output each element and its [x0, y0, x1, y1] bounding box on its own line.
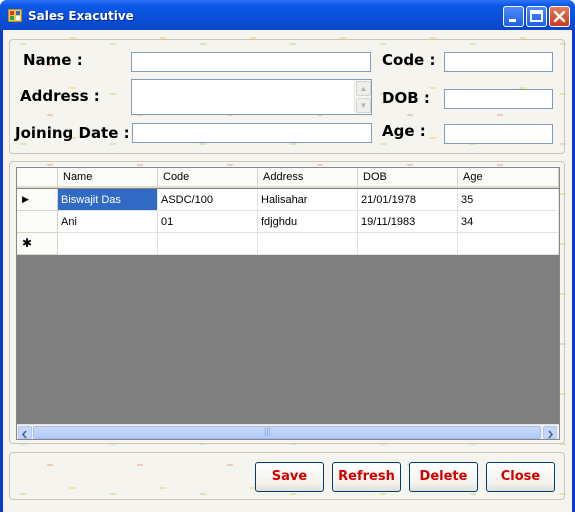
- table-cell[interactable]: 34: [458, 211, 559, 233]
- column-header-name[interactable]: Name: [58, 168, 158, 188]
- grid-horizontal-scrollbar[interactable]: |||: [17, 424, 559, 439]
- table-cell[interactable]: 01: [158, 211, 258, 233]
- current-row-indicator-icon[interactable]: ▶: [17, 189, 58, 211]
- delete-button[interactable]: Delete: [409, 462, 478, 492]
- table-cell[interactable]: 21/01/1978: [358, 189, 458, 211]
- sales-executive-grid[interactable]: Name Code Address DOB Age ▶ Biswajit Das…: [16, 167, 560, 440]
- close-icon: [553, 10, 566, 23]
- new-row-cell[interactable]: [58, 233, 158, 255]
- minimize-icon: [509, 19, 516, 22]
- name-input[interactable]: [131, 52, 371, 72]
- maximize-button[interactable]: [526, 6, 547, 27]
- dob-label: DOB :: [382, 89, 430, 107]
- refresh-button[interactable]: Refresh: [332, 462, 401, 492]
- table-cell[interactable]: Ani: [58, 211, 158, 233]
- table-cell[interactable]: fdjghdu: [258, 211, 358, 233]
- scroll-down-icon[interactable]: ▼: [356, 98, 371, 113]
- grid-corner-header[interactable]: [17, 168, 58, 188]
- app-icon: [8, 9, 22, 22]
- table-cell[interactable]: Halisahar: [258, 189, 358, 211]
- new-row-cell[interactable]: [358, 233, 458, 255]
- maximize-icon: [530, 10, 543, 22]
- new-row-cell[interactable]: [258, 233, 358, 255]
- dob-input[interactable]: [444, 89, 553, 109]
- address-scrollbar[interactable]: ▲ ▼: [354, 80, 371, 114]
- address-label: Address :: [20, 87, 100, 105]
- window: Sales Exacutive Name : Code : Address :: [0, 0, 575, 515]
- minimize-button[interactable]: [503, 6, 524, 27]
- scroll-thumb[interactable]: |||: [33, 426, 541, 439]
- close-window-button[interactable]: [549, 6, 570, 27]
- title-bar[interactable]: Sales Exacutive: [0, 0, 575, 30]
- age-label: Age :: [382, 122, 426, 140]
- scroll-left-icon[interactable]: [18, 426, 32, 439]
- close-button[interactable]: Close: [486, 462, 555, 492]
- address-field[interactable]: ▲ ▼: [131, 79, 372, 115]
- scroll-right-icon[interactable]: [543, 426, 557, 439]
- table-cell[interactable]: 35: [458, 189, 559, 211]
- new-row-indicator-icon[interactable]: ✱: [17, 233, 58, 255]
- form-client-area: Name : Code : Address : ▲ ▼ DOB : Joinin…: [3, 30, 572, 512]
- code-label: Code :: [382, 51, 436, 69]
- table-cell[interactable]: Biswajit Das: [58, 189, 158, 211]
- age-input[interactable]: [444, 124, 553, 144]
- table-cell[interactable]: 19/11/1983: [358, 211, 458, 233]
- row-header[interactable]: [17, 211, 58, 233]
- window-title: Sales Exacutive: [28, 9, 134, 23]
- save-button[interactable]: Save: [255, 462, 324, 492]
- table-cell[interactable]: ASDC/100: [158, 189, 258, 211]
- column-header-address[interactable]: Address: [258, 168, 358, 188]
- name-label: Name :: [23, 51, 83, 69]
- new-row-cell[interactable]: [158, 233, 258, 255]
- column-header-code[interactable]: Code: [158, 168, 258, 188]
- column-header-age[interactable]: Age: [458, 168, 559, 188]
- code-input[interactable]: [444, 52, 553, 72]
- scroll-up-icon[interactable]: ▲: [356, 81, 371, 96]
- joining-date-label: Joining Date :: [15, 124, 130, 142]
- new-row-cell[interactable]: [458, 233, 559, 255]
- scroll-grip-icon: |||: [264, 426, 272, 436]
- joining-date-input[interactable]: [132, 123, 372, 143]
- column-header-dob[interactable]: DOB: [358, 168, 458, 188]
